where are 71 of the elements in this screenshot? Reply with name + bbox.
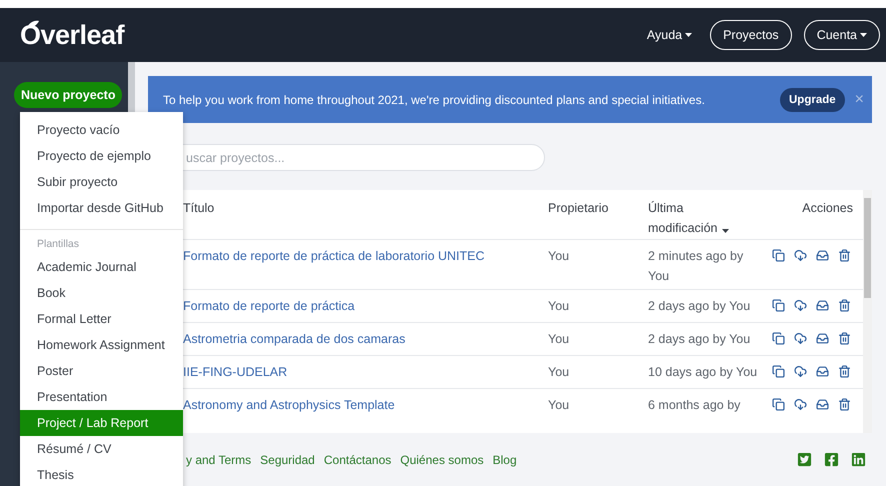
copy-icon[interactable] <box>772 299 785 312</box>
project-title-link[interactable]: Formato de reporte de práctica <box>183 296 355 316</box>
download-icon[interactable] <box>794 365 807 378</box>
banner-text: To help you work from home throughout 2021, we're providing discounted plans and special initiatives. <box>163 92 706 106</box>
upgrade-button[interactable]: Upgrade <box>780 88 845 112</box>
column-header[interactable]: Título <box>183 198 548 239</box>
menu-item[interactable]: Thesis <box>20 462 183 486</box>
table-cell-text: 2 days ago by You <box>648 298 752 315</box>
caret-icon <box>722 228 730 233</box>
copy-icon[interactable] <box>772 249 785 262</box>
download-icon[interactable] <box>794 249 807 262</box>
footer-link[interactable]: Seguridad <box>260 452 315 466</box>
trash-icon[interactable] <box>838 332 851 345</box>
linkedin-icon[interactable] <box>851 452 866 467</box>
facebook-icon[interactable] <box>824 452 839 467</box>
table-cell-text: You <box>548 397 570 414</box>
logo[interactable]: Overleaf <box>20 20 124 50</box>
table-cell-text: You <box>548 298 570 315</box>
menu-item[interactable]: Book <box>20 280 183 306</box>
project-title-link[interactable]: Astrometria comparada de dos camaras <box>183 329 406 349</box>
menu-item[interactable]: Poster <box>20 358 183 384</box>
twitter-icon[interactable] <box>797 452 812 467</box>
archive-icon[interactable] <box>816 299 829 312</box>
footer-link[interactable]: Quiénes somos <box>400 452 484 466</box>
menu-item[interactable]: Homework Assignment <box>20 332 183 358</box>
copy-icon[interactable] <box>772 365 785 378</box>
footer-link[interactable]: y and Terms <box>186 452 252 466</box>
table-cell-text: You <box>548 331 570 348</box>
table-cell-text: 2 minutes ago by You <box>648 248 744 285</box>
menu-item[interactable]: Academic Journal <box>20 254 183 280</box>
scrollbar[interactable] <box>863 190 872 433</box>
caret-icon <box>685 33 692 37</box>
column-header[interactable]: Última modificación <box>648 198 766 239</box>
trash-icon[interactable] <box>838 398 851 411</box>
nav-link[interactable]: Cuenta <box>804 20 880 50</box>
copy-icon[interactable] <box>772 332 785 345</box>
archive-icon[interactable] <box>816 249 829 262</box>
menu-item[interactable]: Project / Lab Report <box>20 410 183 436</box>
column-header[interactable]: Propietario <box>548 198 648 239</box>
project-title-link[interactable]: IIE-FING-UDELAR <box>183 362 288 382</box>
project-title-link[interactable]: Formato de reporte de práctica de laboratorio UNITEC <box>183 246 485 266</box>
menu-item[interactable]: Presentation <box>20 384 183 410</box>
download-icon[interactable] <box>794 299 807 312</box>
nav-link[interactable]: Proyectos <box>710 20 792 50</box>
menu-header: Plantillas <box>20 229 183 254</box>
menu-item[interactable]: Formal Letter <box>20 306 183 332</box>
table-cell-text: You <box>548 248 570 265</box>
trash-icon[interactable] <box>838 249 851 262</box>
table-cell-text: 10 days ago by You <box>648 364 758 381</box>
caret-icon <box>860 33 867 37</box>
table-cell-text: You <box>548 364 570 381</box>
copy-icon[interactable] <box>772 398 785 411</box>
table-cell-text: 6 months ago by <box>648 397 742 414</box>
trash-icon[interactable] <box>838 299 851 312</box>
project-title-link[interactable]: Astronomy and Astrophysics Template <box>183 395 395 415</box>
trash-icon[interactable] <box>838 365 851 378</box>
menu-item[interactable]: Proyecto vacío <box>20 117 183 143</box>
menu-item[interactable]: Importar desde GitHub <box>20 195 183 221</box>
download-icon[interactable] <box>794 332 807 345</box>
footer-link[interactable]: Blog <box>492 452 517 466</box>
nav-link[interactable]: Ayuda <box>640 20 698 50</box>
download-icon[interactable] <box>794 398 807 411</box>
new-project-button[interactable]: Nuevo proyecto <box>14 82 122 108</box>
menu-item[interactable]: Subir proyecto <box>20 169 183 195</box>
menu-item[interactable]: Résumé / CV <box>20 436 183 462</box>
column-header[interactable]: Acciones <box>766 198 863 239</box>
archive-icon[interactable] <box>816 332 829 345</box>
table-cell-text: 2 days ago by You <box>648 331 752 348</box>
archive-icon[interactable] <box>816 398 829 411</box>
footer-link[interactable]: Contáctanos <box>324 452 392 466</box>
archive-icon[interactable] <box>816 365 829 378</box>
